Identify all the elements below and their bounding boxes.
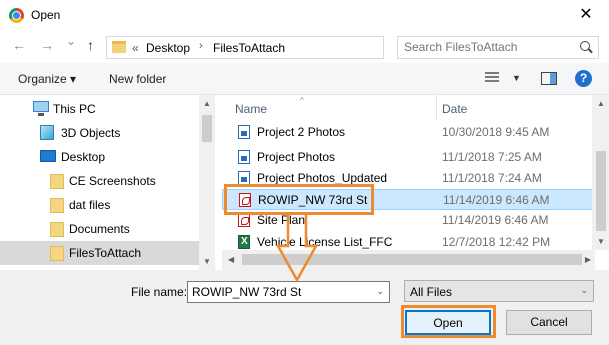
close-button[interactable]: ✕ — [563, 0, 609, 31]
desktop-icon — [40, 150, 56, 162]
image-file-icon — [238, 171, 250, 185]
scrollbar-thumb[interactable] — [202, 115, 212, 142]
sidebar-item-documents[interactable]: Documents — [0, 217, 199, 241]
cancel-button[interactable]: Cancel — [506, 310, 592, 335]
column-header-label: Name — [235, 102, 268, 116]
breadcrumb-overflow[interactable]: « — [132, 41, 139, 55]
sidebar-item-label: FilesToAttach — [69, 246, 142, 260]
scrollbar-thumb[interactable] — [596, 151, 606, 231]
sidebar-item-label: dat files — [69, 198, 111, 212]
sidebar-item-filestoattach[interactable]: FilesToAttach — [0, 241, 199, 265]
list-item[interactable]: Project 2 Photos 10/30/2018 9:45 AM — [222, 122, 595, 143]
sidebar-item-dat-files[interactable]: dat files — [0, 193, 199, 217]
chrome-icon — [9, 8, 24, 23]
list-item[interactable]: Project Photos 11/1/2018 7:25 AM — [222, 147, 595, 168]
sort-caret-icon: ^ — [300, 96, 304, 105]
navigation-bar: ← → ⌄ ↑ « Desktop › FilesToAttach ▼ ↻ — [0, 31, 609, 63]
scrollbar-thumb[interactable] — [242, 254, 582, 265]
sidebar-item-this-pc[interactable]: This PC — [0, 97, 199, 121]
title-bar: Open ✕ — [0, 0, 609, 31]
chevron-right-icon: › — [199, 40, 203, 52]
file-type-value: All Files — [410, 285, 453, 299]
column-header-name[interactable]: ^ Name — [222, 95, 436, 121]
sidebar-scrollbar[interactable]: ▲ ▼ — [199, 95, 215, 270]
scroll-left-icon[interactable]: ◀ — [228, 255, 234, 264]
scroll-up-icon[interactable]: ▲ — [597, 99, 605, 108]
recent-locations-icon[interactable]: ⌄ — [66, 34, 76, 48]
sidebar-item-3d-objects[interactable]: 3D Objects — [0, 121, 199, 145]
forward-arrow-icon[interactable]: → — [40, 37, 54, 53]
file-date: 11/14/2019 6:46 AM — [442, 213, 549, 227]
file-date: 11/14/2019 6:46 AM — [443, 193, 550, 207]
breadcrumb-desktop[interactable]: Desktop — [146, 41, 190, 55]
column-header-date[interactable]: Date — [437, 95, 595, 121]
file-date: 11/1/2018 7:25 AM — [442, 150, 542, 164]
sidebar-item-label: Documents — [69, 222, 130, 236]
sidebar-item-label: CE Screenshots — [69, 174, 156, 188]
sidebar-item-ce-screenshots[interactable]: CE Screenshots — [0, 169, 199, 193]
open-button-highlight — [401, 305, 496, 338]
scroll-down-icon[interactable]: ▼ — [597, 237, 605, 246]
command-bar: Organize ▾ New folder ▼ ? — [0, 63, 609, 95]
sidebar-item-label: Desktop — [61, 150, 106, 164]
scroll-up-icon[interactable]: ▲ — [203, 99, 211, 108]
sidebar-item-label: 3D Objects — [61, 126, 121, 140]
search-box[interactable] — [397, 36, 599, 59]
file-date: 12/7/2018 12:42 PM — [442, 235, 551, 249]
column-header-label: Date — [442, 102, 468, 116]
file-date: 10/30/2018 9:45 AM — [442, 125, 550, 139]
file-name: Site Plan — [257, 213, 306, 227]
file-name: Project Photos_Updated — [257, 171, 388, 185]
chevron-down-icon[interactable]: ⌄ — [376, 286, 384, 297]
navigation-pane: This PC 3D Objects Desktop CE Screenshot… — [0, 95, 213, 270]
folder-icon — [50, 198, 64, 213]
file-name: Vehicle License List_FFC — [257, 235, 393, 249]
image-file-icon — [238, 150, 250, 164]
chevron-down-icon[interactable]: ▼ — [512, 73, 521, 83]
horizontal-scrollbar[interactable]: ◀ ▶ — [222, 250, 595, 270]
dialog-footer: File name: ⌄ All Files ⌄ Open Cancel — [0, 270, 609, 345]
up-arrow-icon[interactable]: ↑ — [87, 37, 94, 53]
organize-button[interactable]: Organize ▾ — [18, 72, 76, 86]
file-name-field[interactable] — [192, 285, 367, 299]
file-type-dropdown[interactable]: All Files ⌄ — [404, 280, 594, 302]
folder-icon — [50, 174, 64, 189]
selected-file-highlight — [224, 184, 374, 215]
file-list-scrollbar[interactable]: ▲ ▼ — [592, 95, 609, 250]
help-icon[interactable]: ? — [575, 70, 592, 87]
preview-pane-icon[interactable] — [541, 72, 557, 85]
computer-icon — [33, 101, 49, 116]
folder-icon — [50, 222, 64, 237]
folder-icon — [50, 246, 64, 261]
list-item[interactable]: Vehicle License List_FFC 12/7/2018 12:42… — [222, 232, 595, 250]
search-input[interactable] — [404, 40, 574, 54]
file-name-combobox[interactable]: ⌄ — [187, 281, 390, 303]
pdf-file-icon — [238, 213, 250, 227]
address-bar[interactable]: « Desktop › FilesToAttach ▼ ↻ — [106, 36, 481, 59]
new-folder-button[interactable]: New folder — [109, 72, 166, 86]
file-name: Project Photos — [257, 150, 336, 164]
sidebar-item-label: This PC — [53, 102, 96, 116]
folder-icon — [112, 41, 126, 53]
search-icon[interactable] — [580, 41, 590, 51]
view-options-icon[interactable] — [485, 72, 499, 84]
scroll-down-icon[interactable]: ▼ — [203, 257, 211, 266]
file-date: 11/1/2018 7:24 AM — [442, 171, 542, 185]
image-file-icon — [238, 125, 250, 139]
window-title: Open — [31, 8, 61, 22]
file-name-label: File name: — [131, 285, 188, 299]
breadcrumb-filestoattach[interactable]: FilesToAttach — [213, 41, 285, 55]
excel-file-icon — [238, 235, 250, 249]
back-arrow-icon[interactable]: ← — [12, 37, 26, 53]
file-list: ^ Name Date Project 2 Photos 10/30/2018 … — [222, 95, 595, 250]
file-name: Project 2 Photos — [257, 125, 346, 139]
3d-objects-icon — [40, 125, 54, 140]
sidebar-item-desktop[interactable]: Desktop — [0, 145, 199, 169]
scroll-right-icon[interactable]: ▶ — [585, 255, 591, 264]
chevron-down-icon[interactable]: ⌄ — [580, 285, 588, 296]
